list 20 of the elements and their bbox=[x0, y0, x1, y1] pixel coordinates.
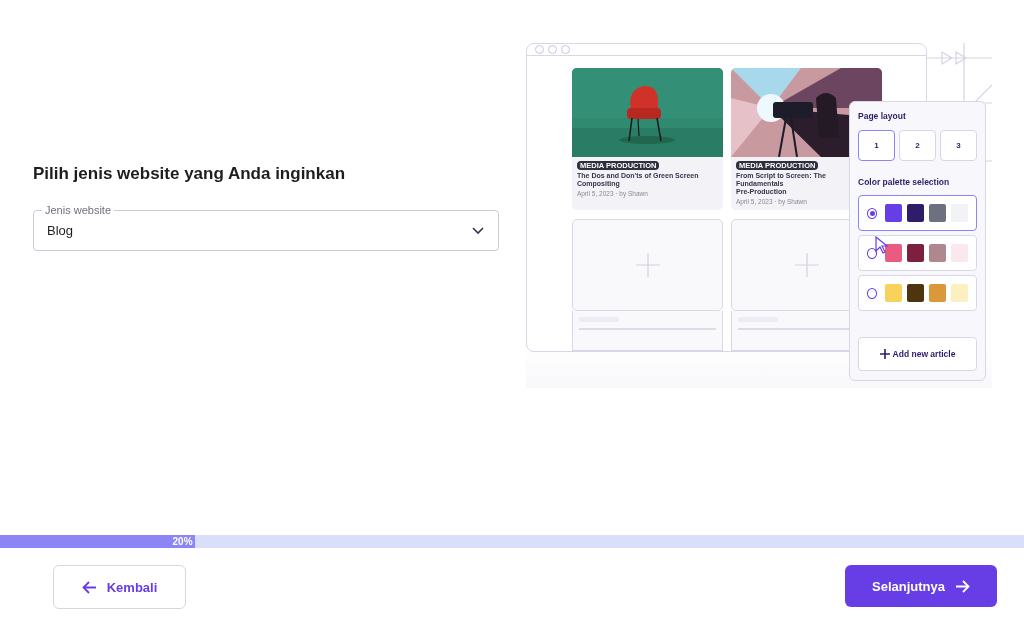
chevron-down-icon bbox=[472, 226, 484, 235]
plus-icon bbox=[879, 349, 890, 359]
field-label: Jenis website bbox=[42, 203, 115, 217]
panel-heading: Color palette selection bbox=[858, 177, 951, 187]
next-button[interactable]: Selanjutnya bbox=[845, 565, 997, 607]
arrow-left-icon bbox=[81, 580, 97, 594]
layout-option[interactable]: 2 bbox=[899, 130, 936, 161]
plus-icon bbox=[635, 253, 660, 277]
panel-heading: Page layout bbox=[858, 111, 907, 121]
plus-icon bbox=[794, 253, 819, 277]
layout-option[interactable]: 1 bbox=[858, 130, 895, 161]
back-button[interactable]: Kembali bbox=[53, 565, 186, 609]
palette-option[interactable] bbox=[858, 195, 977, 231]
arrow-right-icon bbox=[955, 579, 970, 593]
page-heading: Pilih jenis website yang Anda inginkan bbox=[33, 164, 347, 184]
select-value: Blog bbox=[47, 223, 74, 238]
add-article-button[interactable]: Add new article bbox=[858, 337, 977, 371]
layout-option[interactable]: 3 bbox=[940, 130, 977, 161]
cursor-icon bbox=[875, 236, 889, 254]
progress-label: 20% bbox=[172, 536, 193, 547]
